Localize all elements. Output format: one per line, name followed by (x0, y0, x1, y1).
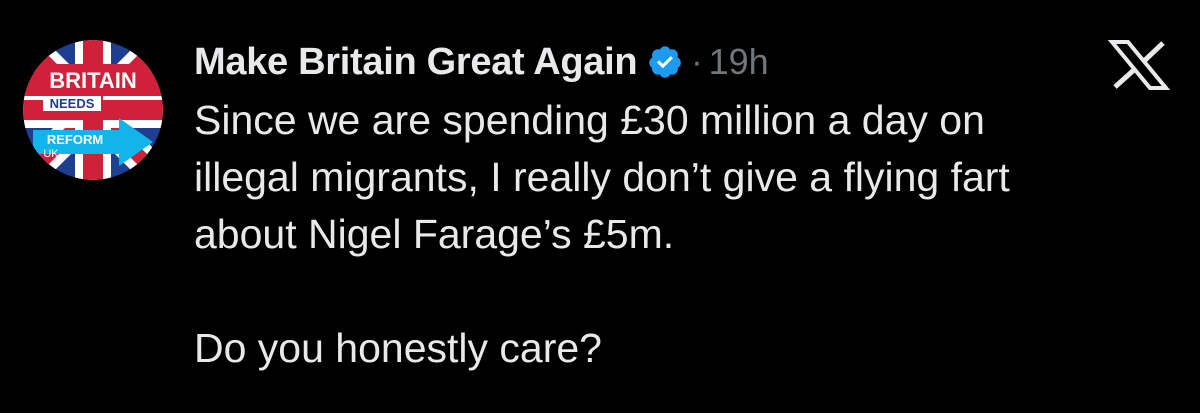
separator-dot: · (691, 42, 703, 81)
tweet-text: Since we are spending £30 million a day … (194, 92, 1174, 377)
avatar-union-flag-image: BRITAIN NEEDS REFORM UK (23, 40, 163, 180)
avatar-word-uk: UK (43, 148, 59, 160)
tweet-card[interactable]: BRITAIN NEEDS REFORM UK Make Britain Gre… (0, 0, 1200, 413)
avatar-word-needs: NEEDS (50, 96, 95, 111)
tweet-text-line: about Nigel Farage’s £5m. (194, 211, 675, 257)
tweet-text-line: Do you honestly care? (194, 325, 602, 371)
timestamp[interactable]: 19h (709, 41, 769, 83)
avatar-word-britain: BRITAIN (49, 68, 137, 93)
tweet-header: Make Britain Great Again · 19h (194, 34, 769, 90)
tweet-text-line: illegal migrants, I really don’t give a … (194, 154, 1010, 200)
paragraph-break (194, 263, 1174, 320)
tweet-text-line: Since we are spending £30 million a day … (194, 97, 985, 143)
avatar[interactable]: BRITAIN NEEDS REFORM UK (23, 40, 163, 180)
display-name[interactable]: Make Britain Great Again (194, 41, 638, 84)
x-logo-icon[interactable] (1107, 40, 1171, 90)
verified-badge-icon[interactable] (647, 44, 683, 80)
avatar-word-reform: REFORM (47, 132, 103, 147)
